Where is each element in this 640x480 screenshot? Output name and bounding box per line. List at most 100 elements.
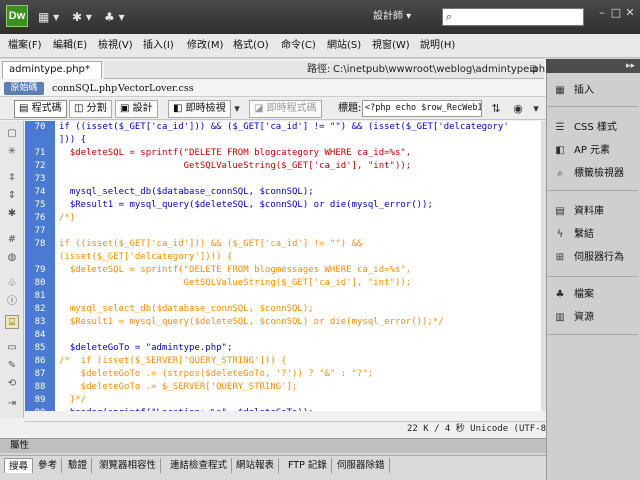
- remove-comment-icon[interactable]: ✎: [5, 359, 19, 373]
- panel-separator: [548, 106, 638, 107]
- live-view-dropdown-icon[interactable]: ▾: [229, 101, 245, 117]
- tab-validation[interactable]: 驗證: [64, 458, 93, 473]
- restore-icon[interactable]: ⧉: [530, 64, 537, 76]
- menu-view[interactable]: 檢視(V): [98, 40, 133, 52]
- tab-site-reports[interactable]: 網站報表: [232, 458, 280, 473]
- code-line: GetSQLValueString($_GET['ca_id'], "int")…: [59, 278, 412, 288]
- menu-site[interactable]: 網站(S): [327, 40, 361, 52]
- info-icon[interactable]: ⓘ: [5, 295, 19, 309]
- related-file-css[interactable]: VectorLover.css: [118, 83, 194, 95]
- menu-format[interactable]: 格式(O): [233, 40, 269, 52]
- line-number: 75: [34, 200, 46, 210]
- code-line: if ((isset($_GET['ca_id'])) && ($_GET['c…: [59, 239, 363, 249]
- tab-browser-compat[interactable]: 瀏覽器相容性: [95, 458, 162, 473]
- code-line: $Result1 = mysql_query($deleteSQL, $conn…: [59, 317, 444, 327]
- code-line: $Result1 = mysql_query($deleteSQL, $conn…: [59, 200, 433, 210]
- split-view-icon: ◫: [74, 103, 84, 114]
- panel-ap-elements[interactable]: ◧ AP 元素: [552, 142, 610, 160]
- collapse-tag-icon[interactable]: ✳: [5, 145, 19, 159]
- line-number: 70: [34, 122, 46, 132]
- panel-assets[interactable]: ▥ 資源: [552, 309, 594, 327]
- code-line: GetSQLValueString($_GET['ca_id'], "int")…: [59, 161, 412, 171]
- collapse-selection-icon[interactable]: ‡: [5, 171, 19, 185]
- bindings-icon: ϟ: [556, 229, 564, 240]
- comment-icon[interactable]: ▭: [5, 341, 19, 355]
- tab-reference[interactable]: 參考: [34, 458, 63, 473]
- menu-commands[interactable]: 命令(C): [281, 40, 316, 52]
- code-line: mysql_select_db($database_connSQL, $conn…: [59, 187, 314, 197]
- databases-icon: ▤: [555, 206, 565, 217]
- code-line: mysql_select_db($database_connSQL, $conn…: [59, 304, 314, 314]
- menu-window[interactable]: 視窗(W): [372, 40, 410, 52]
- panel-bindings[interactable]: ϟ 繫結: [552, 226, 594, 244]
- ap-elements-icon: ◧: [555, 145, 565, 156]
- tab-search[interactable]: 搜尋: [4, 458, 34, 473]
- line-number: 87: [34, 369, 46, 379]
- workspace-switcher[interactable]: 設計師 ▾: [373, 10, 411, 24]
- line-number: 73: [34, 174, 46, 184]
- tag-inspector-icon: ⌕: [557, 168, 563, 179]
- wrap-tag-icon[interactable]: ⟲: [5, 377, 19, 391]
- layout-icon[interactable]: ▦ ▾: [38, 9, 59, 25]
- select-parent-tag-icon[interactable]: ✱: [5, 207, 19, 221]
- menu-modify[interactable]: 修改(M): [187, 40, 223, 52]
- panel-server-behaviors[interactable]: ⊞ 伺服器行為: [552, 249, 624, 267]
- apply-comment-icon[interactable]: ⌸: [5, 315, 19, 329]
- highlight-invalid-icon[interactable]: ◍: [5, 251, 19, 265]
- line-number: 86: [34, 356, 46, 366]
- title-label: 標題:: [338, 103, 362, 114]
- dreamweaver-logo-icon: Dw: [6, 5, 28, 27]
- line-numbers-icon[interactable]: #: [5, 233, 19, 247]
- tab-link-checker[interactable]: 連結檢查程式: [166, 458, 233, 473]
- line-number: 88: [34, 382, 46, 392]
- line-number: 71: [34, 148, 46, 158]
- source-code-button[interactable]: 原始碼: [4, 82, 44, 95]
- panel-css-styles[interactable]: ☰ CSS 樣式: [552, 119, 617, 137]
- refresh-icon[interactable]: ▾: [528, 101, 544, 117]
- title-input[interactable]: <?php echo $row_RecWebInfo: [362, 100, 482, 117]
- line-number: 81: [34, 291, 46, 301]
- live-code-button[interactable]: ◪ 即時程式碼: [249, 100, 322, 118]
- properties-panel-bar[interactable]: [0, 438, 546, 453]
- panel-insert[interactable]: ▦ 插入: [552, 82, 594, 100]
- document-tab-label: admintype.php*: [9, 64, 90, 75]
- path-label: 路徑:: [307, 64, 331, 75]
- tab-server-debug[interactable]: 伺服器除錯: [333, 458, 390, 473]
- indent-icon[interactable]: ⇥: [5, 397, 19, 411]
- assets-icon: ▥: [555, 312, 565, 323]
- line-number: 74: [34, 187, 46, 197]
- panel-files[interactable]: ♣ 檔案: [552, 286, 594, 304]
- preview-browser-icon[interactable]: ◉: [510, 101, 526, 117]
- menu-edit[interactable]: 編輯(E): [53, 40, 87, 52]
- site-icon[interactable]: ♣ ▾: [104, 9, 125, 25]
- panel-separator: [548, 334, 638, 335]
- panel-separator: [548, 190, 638, 191]
- collapse-panel-icon[interactable]: ▸▸: [626, 60, 635, 72]
- code-line: }*/: [59, 395, 87, 405]
- close-button[interactable]: ✕: [622, 6, 638, 20]
- open-documents-icon[interactable]: ▢: [5, 127, 19, 141]
- menu-help[interactable]: 說明(H): [420, 40, 455, 52]
- menu-insert[interactable]: 插入(I): [143, 40, 174, 52]
- panel-databases[interactable]: ▤ 資料庫: [552, 203, 604, 221]
- design-view-button[interactable]: ▣ 設計: [115, 100, 158, 118]
- menu-file[interactable]: 檔案(F): [8, 40, 42, 52]
- code-line: /* if (isset($_SERVER['QUERY_STRING'])) …: [59, 356, 287, 366]
- expand-all-icon[interactable]: ⇕: [5, 189, 19, 203]
- line-number: [25, 134, 55, 147]
- properties-label: 屬性: [10, 440, 30, 451]
- code-view-button[interactable]: ▤ 程式碼: [14, 100, 67, 118]
- live-view-button[interactable]: ◧ 即時檢視: [168, 100, 231, 118]
- file-management-icon[interactable]: ⇅: [488, 101, 504, 117]
- code-line: if ((isset($_GET['ca_id'])) && ($_GET['c…: [59, 122, 509, 132]
- live-code-icon: ◪: [254, 103, 264, 114]
- document-tab[interactable]: admintype.php* ✕: [2, 61, 102, 91]
- syntax-error-icon[interactable]: ♧: [5, 277, 19, 291]
- panel-tag-inspector[interactable]: ⌕ 標籤檢視器: [552, 165, 624, 183]
- split-view-button[interactable]: ◫ 分割: [69, 100, 112, 118]
- gear-icon[interactable]: ✱ ▾: [72, 9, 92, 25]
- tab-ftp-log[interactable]: FTP 記錄: [284, 458, 332, 473]
- line-number: 72: [34, 161, 46, 171]
- search-input[interactable]: [442, 8, 584, 26]
- related-file-connsql[interactable]: connSQL.php: [52, 83, 117, 95]
